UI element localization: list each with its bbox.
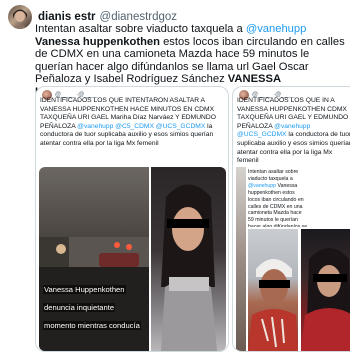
quoted-tweet-card[interactable]: @____ ·@____ IDENTIFICADOS LOS QUE INTEN… (35, 86, 229, 352)
photo-thumbnail[interactable] (301, 229, 350, 351)
mention-link[interactable]: @vanehupp (246, 23, 307, 35)
quoted-tweet-text: IDENTIFICADOS LOS QUE IN A VANESSA HUPPE… (237, 97, 350, 166)
nested-text-part: Intentan asaltar sobre viaducto taxquela… (248, 169, 299, 182)
woman-photo (161, 184, 217, 351)
quoted-mentions[interactable]: @vanehupp @C5_CDMX @UCS_GCDMX (77, 123, 205, 130)
author-display-name[interactable]: dianis estr (38, 11, 96, 23)
photo-thumbnail[interactable] (248, 229, 298, 351)
author-avatar[interactable] (8, 5, 32, 29)
video-thumbnail[interactable]: Vanessa Huppenkothen denuncia inquietant… (39, 167, 149, 351)
face-censor-bar (259, 280, 290, 288)
tweet-text-bold: Vanessa huppenkothen (35, 35, 160, 48)
face-censor-bar (167, 219, 209, 228)
quoted-tweet-text: IDENTIFICADOS LOS QUE INTENTARON ASALTAR… (40, 97, 224, 149)
man-photo (248, 259, 298, 351)
nested-text-part: Vanessa huppenkothen estos locos iban ci… (248, 182, 307, 227)
face-censor-bar (313, 274, 347, 282)
video-thumbnail[interactable] (151, 167, 226, 351)
nested-tweet-screenshot[interactable]: Intentan asaltar sobre viaducto taxquela… (248, 167, 308, 227)
nested-mention[interactable]: @vanehupp (248, 183, 276, 189)
quoted-tweet-card[interactable]: @____ ·@____ IDENTIFICADOS LOS QUE IN A … (232, 86, 350, 352)
nested-tweet-text: Intentan asaltar sobre viaducto taxquela… (248, 169, 308, 227)
quoted-tweets: @____ ·@____ IDENTIFICADOS LOS QUE INTEN… (35, 86, 350, 352)
media-thumbnail[interactable] (236, 167, 246, 351)
author-handle[interactable]: @dianestrdgoz (100, 11, 178, 23)
woman-red-photo (301, 248, 350, 351)
video-caption: Vanessa Huppenkothen denuncia inquietant… (43, 285, 141, 330)
tweet-text-part: Intentan asaltar sobre viaducto taxquela… (35, 23, 246, 35)
